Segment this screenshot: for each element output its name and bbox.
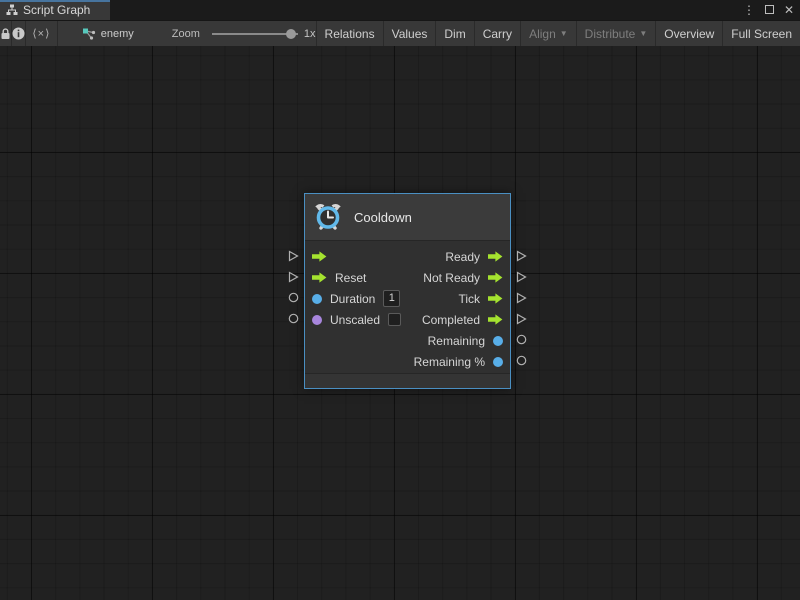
info-button[interactable] [12,21,26,46]
zoom-slider-knob[interactable] [286,29,296,39]
value-port-icon [493,357,503,367]
zoom-slider[interactable] [212,28,298,40]
graph-canvas[interactable]: Cooldown Reset Dur [0,46,800,600]
value-connection-point[interactable] [515,350,527,371]
code-preview-button[interactable]: ⟨×⟩ [26,21,58,46]
flow-connection-point[interactable] [287,266,299,287]
align-label: Align [529,27,556,41]
flow-arrow-icon [488,314,503,325]
node-footer [305,373,510,388]
values-label: Values [392,27,428,41]
value-connection-point[interactable] [287,308,299,329]
relations-button[interactable]: Relations [317,21,384,46]
cooldown-node-header[interactable]: Cooldown [305,194,510,241]
port-label: Not Ready [423,271,480,285]
alarm-clock-icon [312,201,344,233]
carry-label: Carry [483,27,512,41]
tab-bar: Script Graph ⋮ ✕ [0,0,800,20]
graph-toolbar: ⟨×⟩ enemy Zoom 1x Relations Values Dim C… [0,20,800,46]
lock-button[interactable] [0,21,12,46]
script-graph-asset-icon [82,28,96,40]
external-output-markers [515,245,527,371]
relations-label: Relations [325,27,375,41]
info-icon [12,27,25,40]
chevron-down-icon: ▼ [639,29,647,38]
tab-title: Script Graph [23,3,90,17]
dim-button[interactable]: Dim [436,21,474,46]
node-title: Cooldown [354,210,412,225]
zoom-control: Zoom 1x [172,21,316,46]
port-label: Remaining [428,334,485,348]
flow-connection-point[interactable] [287,245,299,266]
output-ports: Ready Not Ready Tick [303,246,510,372]
port-row-remaining-pct[interactable]: Remaining % [303,351,510,372]
zoom-value: 1x [304,28,316,40]
flow-arrow-icon [488,293,503,304]
flow-arrow-icon [488,251,503,262]
cooldown-node-body: Reset Duration 1 Unscaled Ready [305,241,510,373]
values-button[interactable]: Values [384,21,437,46]
value-connection-point[interactable] [515,329,527,350]
value-port-icon [493,336,503,346]
distribute-label: Distribute [585,27,636,41]
port-label: Completed [422,313,480,327]
carry-button[interactable]: Carry [475,21,521,46]
cooldown-node[interactable]: Cooldown Reset Dur [304,193,511,389]
flow-connection-point[interactable] [515,308,527,329]
graph-name: enemy [101,28,134,40]
window-controls: ⋮ ✕ [742,0,796,20]
port-row-not-ready[interactable]: Not Ready [303,267,510,288]
kebab-menu-icon[interactable]: ⋮ [742,0,756,20]
port-row-ready[interactable]: Ready [303,246,510,267]
port-label: Ready [445,250,480,264]
port-row-completed[interactable]: Completed [303,309,510,330]
overview-button[interactable]: Overview [656,21,723,46]
zoom-label: Zoom [172,28,200,40]
overview-label: Overview [664,27,714,41]
port-label: Tick [458,292,480,306]
port-row-remaining[interactable]: Remaining [303,330,510,351]
port-label: Remaining % [414,355,485,369]
full-screen-label: Full Screen [731,27,792,41]
value-connection-point[interactable] [287,287,299,308]
tab-script-graph[interactable]: Script Graph [0,0,110,20]
port-row-tick[interactable]: Tick [303,288,510,309]
align-button[interactable]: Align ▼ [521,21,577,46]
close-icon[interactable]: ✕ [782,0,796,20]
flow-connection-point[interactable] [515,266,527,287]
distribute-button[interactable]: Distribute ▼ [577,21,657,46]
maximize-icon[interactable] [762,0,776,20]
code-x-icon: ⟨×⟩ [32,27,50,40]
full-screen-button[interactable]: Full Screen [723,21,800,46]
graph-breadcrumb[interactable]: enemy [82,21,134,46]
chevron-down-icon: ▼ [560,29,568,38]
graph-hierarchy-icon [6,4,18,16]
lock-icon [0,28,11,40]
external-input-markers [287,245,299,329]
dim-label: Dim [444,27,465,41]
flow-connection-point[interactable] [515,287,527,308]
flow-arrow-icon [488,272,503,283]
flow-connection-point[interactable] [515,245,527,266]
